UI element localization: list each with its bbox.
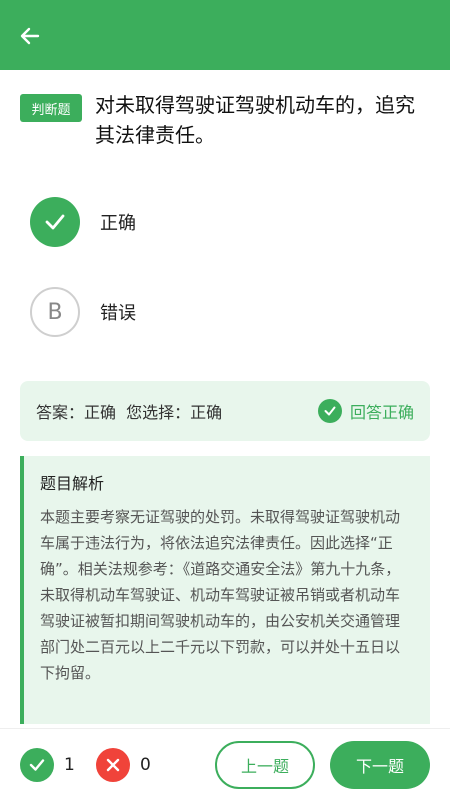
- next-question-button[interactable]: 下一题: [330, 741, 430, 789]
- option-b[interactable]: B 错误: [30, 286, 420, 338]
- analysis-panel: 题目解析 本题主要考察无证驾驶的处罚。未取得驾驶证驾驶机动车属于违法行为，将依法…: [20, 456, 430, 724]
- arrow-left-icon: [20, 27, 40, 45]
- correct-count-stat: 1: [20, 748, 75, 782]
- answer-summary: 答案：正确 您选择：正确 回答正确: [20, 381, 430, 441]
- top-bar: [0, 0, 450, 70]
- wrong-count: 0: [140, 755, 151, 775]
- analysis-title: 题目解析: [40, 474, 105, 493]
- option-a[interactable]: 正确: [30, 196, 420, 248]
- back-button[interactable]: [14, 20, 46, 52]
- question-type-badge: 判断题: [20, 94, 82, 122]
- analysis-body: 本题主要考察无证驾驶的处罚。未取得驾驶证驾驶机动车属于违法行为，将依法追究法律责…: [40, 508, 401, 682]
- previous-question-button[interactable]: 上一题: [215, 741, 315, 789]
- check-icon: [45, 214, 65, 230]
- option-a-label: 正确: [100, 213, 136, 234]
- option-a-marker: [30, 197, 80, 247]
- check-icon: [20, 748, 54, 782]
- answer-text: 答案：正确 您选择：正确: [36, 403, 223, 422]
- bottom-bar: 1 0 上一题 下一题: [0, 728, 450, 800]
- answer-result-text: 回答正确: [349, 403, 414, 422]
- close-icon: [96, 748, 130, 782]
- check-circle-icon: [317, 399, 342, 423]
- question: 判断题 对未取得驾驶证驾驶机动车的，追究其法律责任。: [20, 90, 430, 150]
- answer-result: 回答正确: [317, 399, 414, 423]
- question-text: 对未取得驾驶证驾驶机动车的，追究其法律责任。: [95, 93, 415, 147]
- wrong-count-stat: 0: [96, 748, 151, 782]
- correct-count: 1: [64, 755, 75, 775]
- option-b-label: 错误: [100, 303, 136, 324]
- option-b-marker: B: [30, 287, 80, 337]
